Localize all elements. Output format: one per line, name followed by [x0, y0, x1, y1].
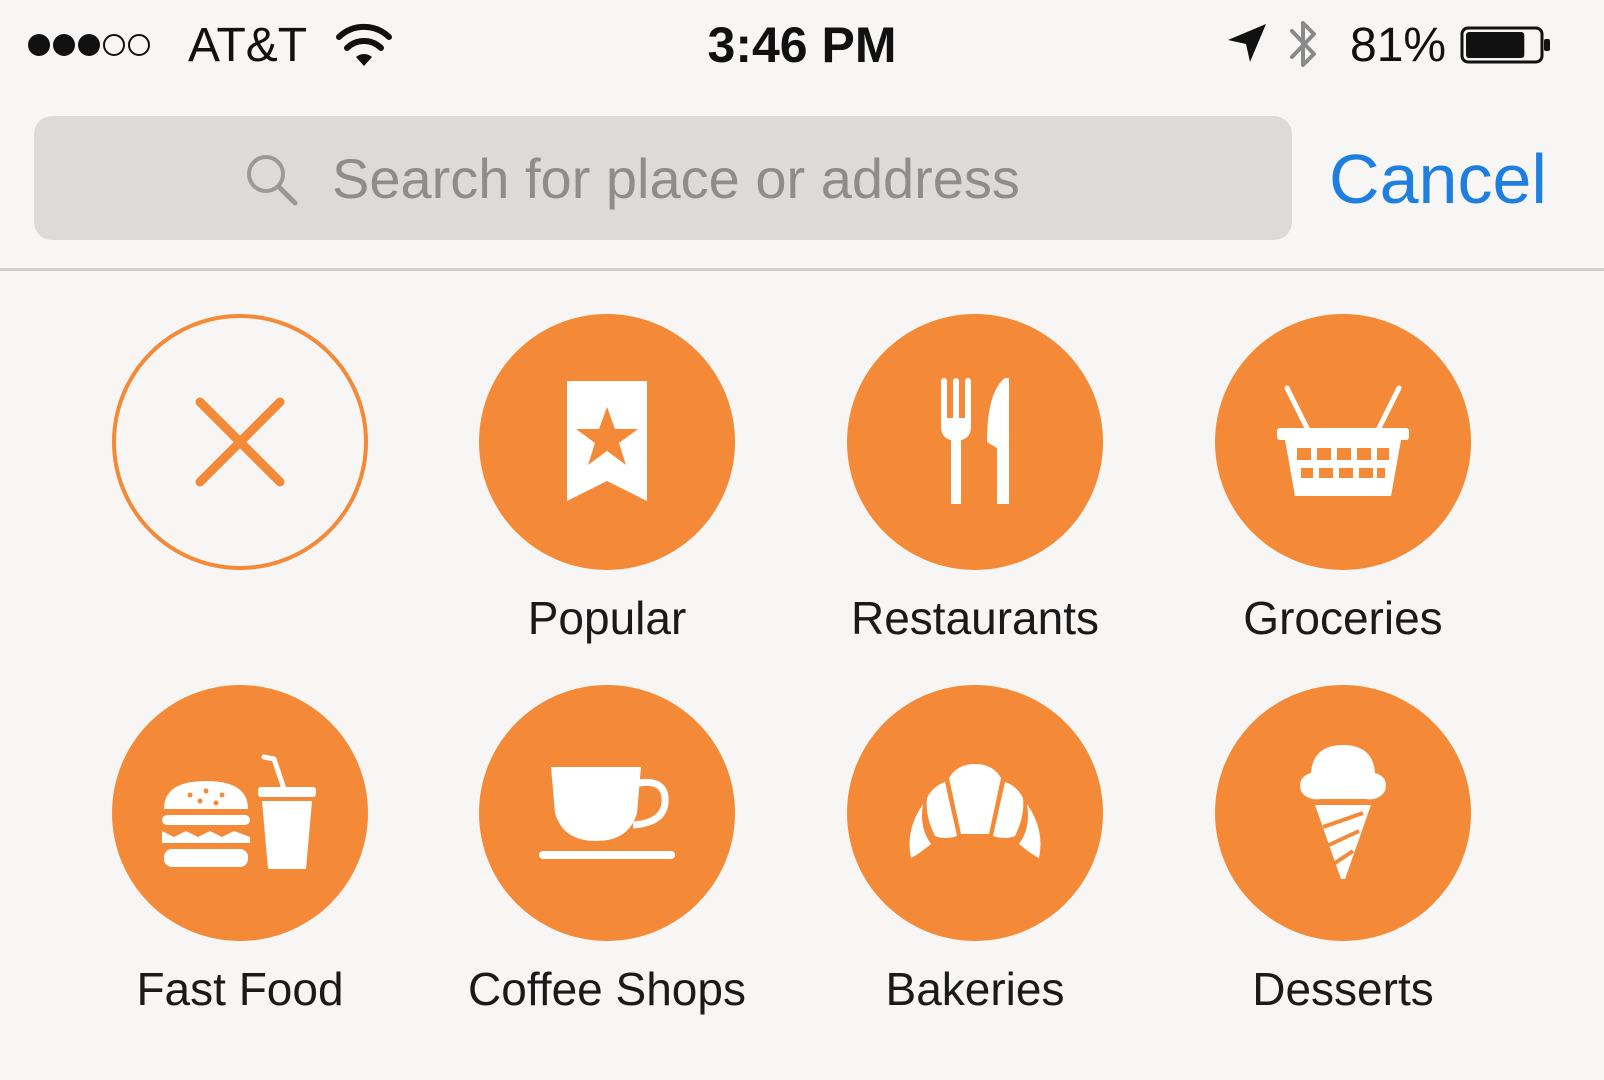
signal-dot	[128, 34, 150, 56]
category-button[interactable]	[847, 314, 1103, 570]
signal-dot	[103, 34, 125, 56]
category-close[interactable]	[75, 314, 405, 674]
signal-dot	[78, 34, 100, 56]
wifi-icon	[336, 23, 392, 66]
category-groceries[interactable]: Groceries	[1178, 314, 1508, 674]
category-button[interactable]	[479, 314, 735, 570]
battery-level-fill	[1466, 32, 1525, 58]
search-field[interactable]	[34, 116, 1292, 240]
fork-knife-icon	[941, 378, 1009, 504]
category-button[interactable]	[479, 685, 735, 941]
battery-icon	[1460, 26, 1550, 64]
battery-percentage: 81%	[1350, 19, 1447, 72]
category-bakeries[interactable]: Bakeries	[810, 685, 1140, 1045]
category-label: Bakeries	[885, 963, 1065, 1015]
cancel-button[interactable]: Cancel	[1316, 136, 1560, 222]
croissant-icon	[909, 764, 1041, 858]
cellular-signal-icon	[28, 34, 150, 56]
shopping-basket-icon	[1277, 385, 1409, 496]
header-divider	[0, 268, 1604, 271]
category-button[interactable]	[1215, 314, 1471, 570]
burger-drink-icon	[162, 754, 316, 869]
category-label: Groceries	[1243, 592, 1443, 644]
signal-dot	[53, 34, 75, 56]
close-button[interactable]	[112, 314, 368, 570]
category-button[interactable]	[112, 685, 368, 941]
carrier-name: AT&T	[188, 19, 308, 72]
category-button[interactable]	[847, 685, 1103, 941]
category-popular[interactable]: Popular	[442, 314, 772, 674]
category-fast-food[interactable]: Fast Food	[75, 685, 405, 1045]
search-input[interactable]	[332, 142, 1262, 214]
category-label: Restaurants	[850, 592, 1099, 644]
category-label: Desserts	[1252, 963, 1434, 1015]
category-restaurants[interactable]: Restaurants	[810, 314, 1140, 674]
category-label: Popular	[527, 592, 687, 644]
close-icon	[195, 397, 285, 487]
location-arrow-icon	[1228, 24, 1266, 62]
category-coffee-shops[interactable]: Coffee Shops	[442, 685, 772, 1045]
category-label: Coffee Shops	[468, 963, 746, 1015]
coffee-cup-icon	[539, 767, 675, 859]
category-label: Fast Food	[136, 963, 344, 1015]
category-desserts[interactable]: Desserts	[1178, 685, 1508, 1045]
search-icon	[247, 155, 298, 206]
status-bar: AT&T 3:46 PM 81%	[0, 0, 1604, 92]
bluetooth-icon	[1290, 21, 1316, 67]
bookmark-star-icon	[567, 381, 647, 501]
ice-cream-icon	[1300, 745, 1386, 879]
category-button[interactable]	[1215, 685, 1471, 941]
signal-dot	[28, 34, 50, 56]
